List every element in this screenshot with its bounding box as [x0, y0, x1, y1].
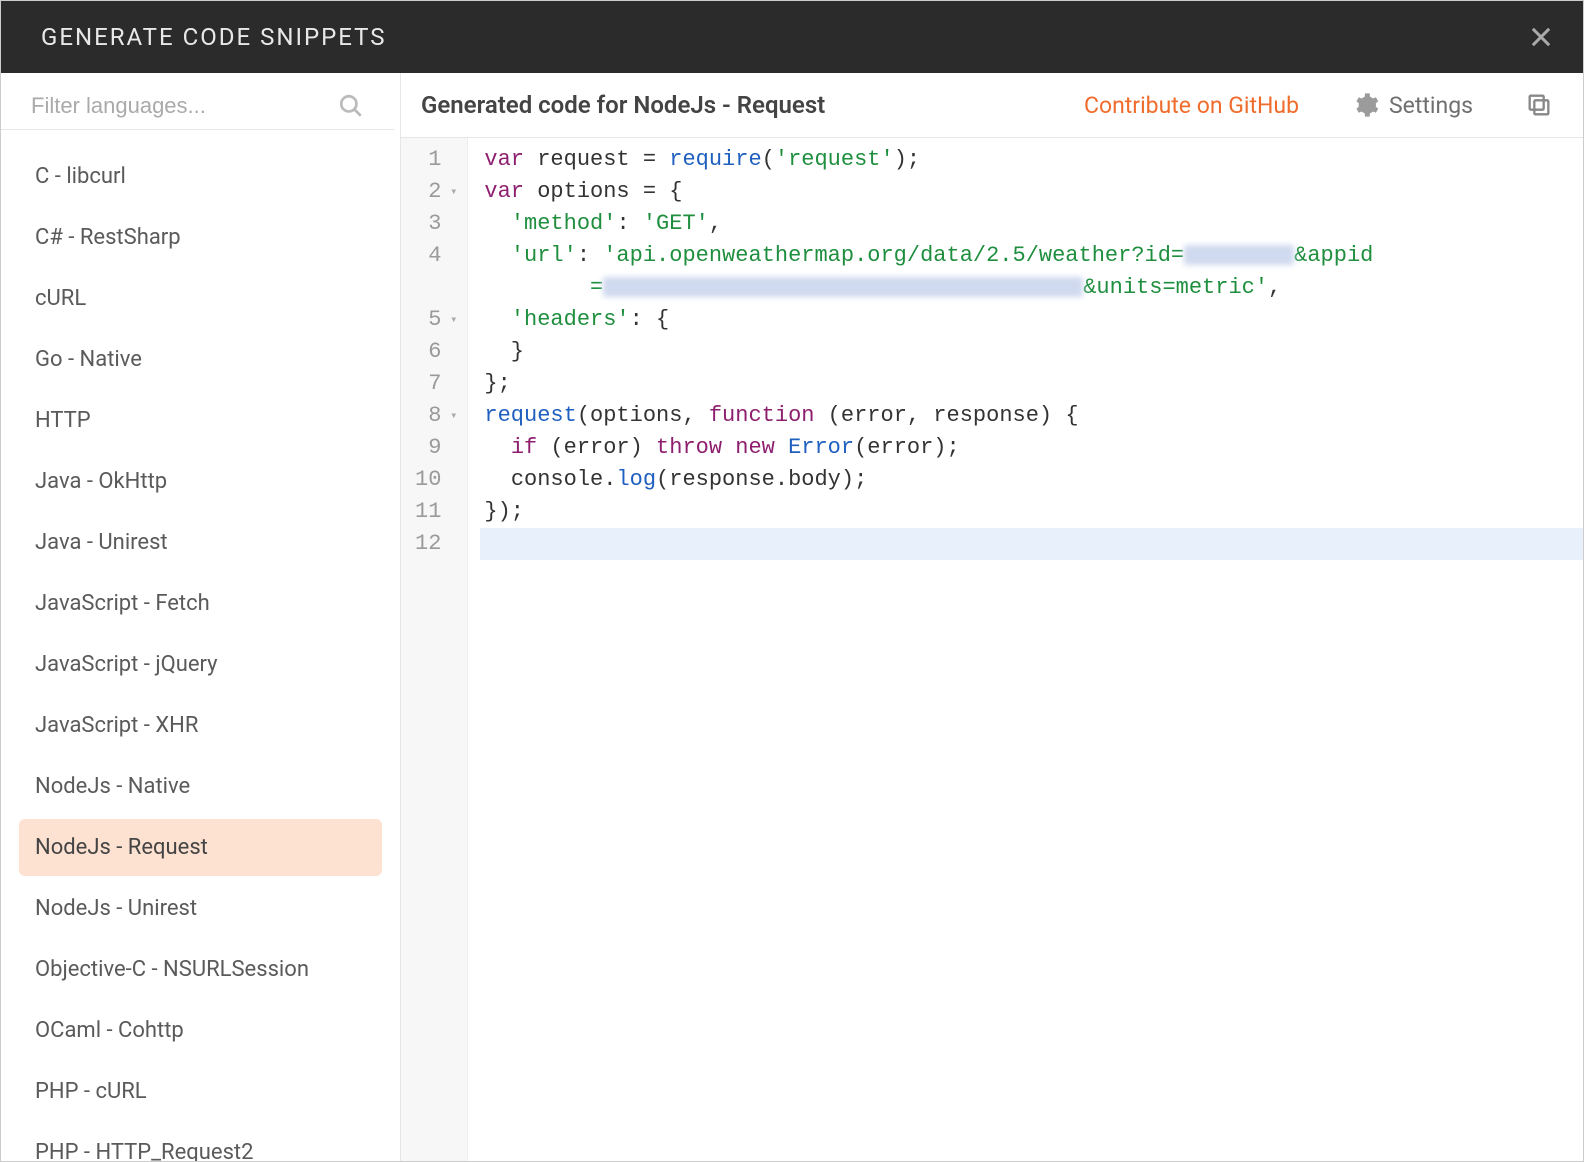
line-number: 1: [415, 144, 463, 176]
main-area: C - libcurlC# - RestSharpcURLGo - Native…: [1, 73, 1583, 1161]
code-line: };: [480, 368, 1583, 400]
settings-label: Settings: [1389, 92, 1473, 119]
code-editor[interactable]: 12▾34 5▾678▾9101112 var request = require…: [401, 138, 1583, 1161]
line-number: 4: [415, 240, 463, 272]
language-item[interactable]: C - libcurl: [19, 148, 382, 205]
code-line: if (error) throw new Error(error);: [480, 432, 1583, 464]
line-gutter: 12▾34 5▾678▾9101112: [401, 138, 468, 1161]
line-number: 12: [415, 528, 463, 560]
line-number: 11: [415, 496, 463, 528]
language-item[interactable]: PHP - HTTP_Request2: [19, 1124, 382, 1161]
content-panel: Generated code for NodeJs - Request Cont…: [401, 73, 1583, 1161]
language-item[interactable]: Java - Unirest: [19, 514, 382, 571]
content-header: Generated code for NodeJs - Request Cont…: [401, 73, 1583, 138]
language-item[interactable]: OCaml - Cohttp: [19, 1002, 382, 1059]
language-item[interactable]: JavaScript - XHR: [19, 697, 382, 754]
line-number: 6: [415, 336, 463, 368]
copy-icon: [1525, 91, 1553, 119]
title-bar: GENERATE CODE SNIPPETS: [1, 1, 1583, 73]
language-item[interactable]: HTTP: [19, 392, 382, 449]
line-number: 7: [415, 368, 463, 400]
code-line: 'headers': {: [480, 304, 1583, 336]
modal-title: GENERATE CODE SNIPPETS: [41, 23, 387, 51]
copy-button[interactable]: [1525, 91, 1553, 119]
code-line: var options = {: [480, 176, 1583, 208]
language-item[interactable]: Java - OkHttp: [19, 453, 382, 510]
language-item[interactable]: cURL: [19, 270, 382, 327]
language-item[interactable]: C# - RestSharp: [19, 209, 382, 266]
language-item[interactable]: Go - Native: [19, 331, 382, 388]
redacted-segment: [1184, 245, 1294, 265]
code-line: request(options, function (error, respon…: [480, 400, 1583, 432]
code-line: 'url': 'api.openweathermap.org/data/2.5/…: [480, 240, 1583, 272]
sidebar: C - libcurlC# - RestSharpcURLGo - Native…: [1, 73, 401, 1161]
code-line: }: [480, 336, 1583, 368]
line-number: 2▾: [415, 176, 463, 208]
code-line-continuation: =&units=metric',: [480, 272, 1583, 304]
gear-icon: [1351, 91, 1379, 119]
line-number: 10: [415, 464, 463, 496]
line-number-continuation: [415, 272, 463, 304]
code-line: 'method': 'GET',: [480, 208, 1583, 240]
code-line: var request = require('request');: [480, 144, 1583, 176]
language-item[interactable]: JavaScript - Fetch: [19, 575, 382, 632]
language-item[interactable]: NodeJs - Native: [19, 758, 382, 815]
search-row: [1, 73, 394, 130]
code-line-active: [480, 528, 1583, 560]
language-item[interactable]: PHP - cURL: [19, 1063, 382, 1120]
line-number: 8▾: [415, 400, 463, 432]
code-line: });: [480, 496, 1583, 528]
language-item[interactable]: Objective-C - NSURLSession: [19, 941, 382, 998]
code-line: console.log(response.body);: [480, 464, 1583, 496]
language-item[interactable]: NodeJs - Unirest: [19, 880, 382, 937]
generated-code-title: Generated code for NodeJs - Request: [421, 91, 1060, 119]
line-number: 3: [415, 208, 463, 240]
language-list[interactable]: C - libcurlC# - RestSharpcURLGo - Native…: [1, 130, 400, 1161]
language-item[interactable]: NodeJs - Request: [19, 819, 382, 876]
close-button[interactable]: [1527, 23, 1555, 51]
language-item[interactable]: JavaScript - jQuery: [19, 636, 382, 693]
close-icon: [1527, 23, 1555, 51]
settings-button[interactable]: Settings: [1351, 91, 1473, 119]
line-number: 5▾: [415, 304, 463, 336]
contribute-link[interactable]: Contribute on GitHub: [1084, 92, 1299, 119]
search-input[interactable]: [31, 93, 338, 119]
search-icon: [338, 93, 364, 119]
line-number: 9: [415, 432, 463, 464]
code-area: var request = require('request'); var op…: [468, 138, 1583, 1161]
redacted-segment: [603, 277, 1083, 297]
